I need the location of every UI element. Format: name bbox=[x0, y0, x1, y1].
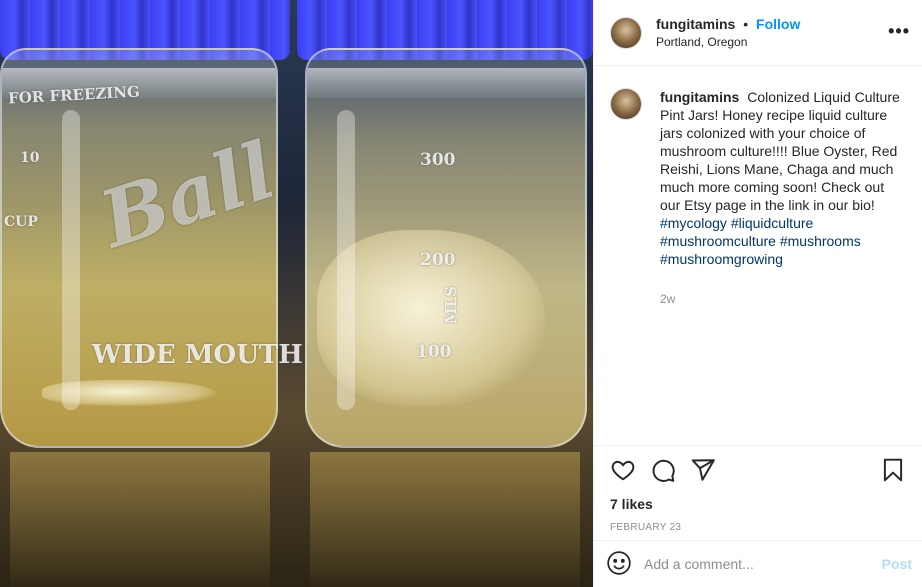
post-date[interactable]: FEBRUARY 23 bbox=[610, 522, 906, 533]
header-text: fungitamins • Follow Portland, Oregon bbox=[656, 16, 800, 49]
header-username[interactable]: fungitamins bbox=[656, 16, 735, 32]
bookmark-icon[interactable] bbox=[880, 457, 906, 483]
emoji-icon[interactable] bbox=[606, 550, 632, 579]
like-count[interactable]: 7 likes bbox=[610, 496, 906, 512]
instagram-post: FOR FREEZING 10 CUP Ball WIDE MOUTH 300 … bbox=[0, 0, 922, 587]
caption-age[interactable]: 2w bbox=[660, 290, 906, 308]
etched-100-text: 100 bbox=[416, 342, 452, 362]
etched-200-text: 200 bbox=[420, 250, 456, 270]
heart-icon[interactable] bbox=[610, 457, 636, 483]
etched-cup-text: CUP bbox=[4, 214, 38, 230]
post-comment-button[interactable]: Post bbox=[882, 556, 912, 572]
etched-10-text: 10 bbox=[20, 150, 40, 166]
mason-jar-right bbox=[305, 48, 587, 448]
jar-rim bbox=[307, 68, 585, 98]
avatar[interactable] bbox=[610, 16, 642, 49]
caption: fungitamins Colonized Liquid Culture Pin… bbox=[660, 88, 906, 444]
hashtag-link[interactable]: #mycology bbox=[660, 215, 727, 231]
table-reflection-left bbox=[10, 452, 270, 587]
hashtag-link[interactable]: #mushroomgrowing bbox=[660, 251, 783, 267]
caption-section: fungitamins Colonized Liquid Culture Pin… bbox=[594, 66, 922, 444]
post-header: fungitamins • Follow Portland, Oregon ••… bbox=[594, 0, 922, 66]
action-bar: 7 likes FEBRUARY 23 bbox=[594, 445, 922, 533]
etched-mls-text: MLS bbox=[441, 286, 460, 324]
location-link[interactable]: Portland, Oregon bbox=[656, 35, 800, 49]
add-comment-bar: Post bbox=[594, 540, 922, 587]
table-reflection-right bbox=[310, 452, 580, 587]
hashtag-link[interactable]: #liquidculture bbox=[731, 215, 814, 231]
post-side-panel: fungitamins • Follow Portland, Oregon ••… bbox=[593, 0, 922, 587]
post-photo[interactable]: FOR FREEZING 10 CUP Ball WIDE MOUTH 300 … bbox=[0, 0, 593, 587]
etched-wide-mouth-text: WIDE MOUTH bbox=[92, 340, 303, 370]
glass-glare bbox=[337, 110, 355, 410]
follow-button[interactable]: Follow bbox=[756, 16, 800, 32]
hashtag-link[interactable]: #mushrooms bbox=[780, 233, 861, 249]
glass-glare bbox=[62, 110, 80, 410]
hashtag-link[interactable]: #mushroomculture bbox=[660, 233, 776, 249]
more-options-icon[interactable]: ••• bbox=[888, 22, 910, 40]
avatar[interactable] bbox=[610, 88, 642, 120]
caption-text: Colonized Liquid Culture Pint Jars! Hone… bbox=[660, 89, 900, 213]
etched-300-text: 300 bbox=[420, 150, 456, 170]
separator-dot: • bbox=[743, 16, 749, 32]
action-icons bbox=[610, 456, 906, 484]
caption-username[interactable]: fungitamins bbox=[660, 89, 739, 105]
share-icon[interactable] bbox=[690, 457, 716, 483]
comment-input[interactable] bbox=[644, 556, 882, 572]
comment-icon[interactable] bbox=[650, 457, 676, 483]
